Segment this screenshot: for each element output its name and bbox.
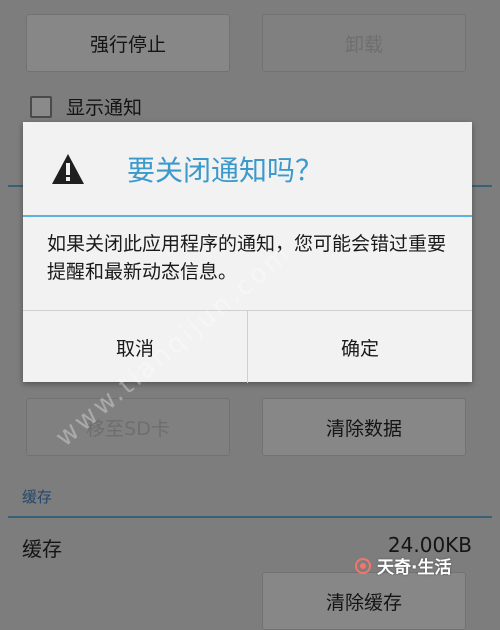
brand-logo-text: 天奇·生活 <box>377 558 452 578</box>
warning-icon <box>52 153 84 184</box>
dialog-button-bar: 取消 确定 <box>23 310 472 383</box>
dialog-title-divider <box>23 215 472 217</box>
clear-data-button[interactable]: 清除数据 <box>262 398 466 456</box>
cache-label: 缓存 <box>22 537 62 561</box>
show-notifications-label: 显示通知 <box>66 97 143 119</box>
uninstall-button: 卸载 <box>262 14 466 72</box>
brand-logo-icon <box>355 557 371 574</box>
force-stop-button[interactable]: 强行停止 <box>26 14 230 72</box>
show-notifications-checkbox[interactable] <box>30 95 52 118</box>
brand-watermark: 天奇·生活 <box>355 553 451 578</box>
confirm-button[interactable]: 确定 <box>248 311 472 383</box>
dialog-title: 要关闭通知吗？ <box>127 153 324 187</box>
dialog-header: 要关闭通知吗？ <box>23 122 472 215</box>
disable-notifications-dialog: 要关闭通知吗？ 如果关闭此应用程序的通知，您可能会错过重要提醒和最新动态信息。 … <box>23 122 472 383</box>
show-notifications-row[interactable]: 显示通知 <box>30 93 142 120</box>
clear-cache-button[interactable]: 清除缓存 <box>262 572 466 630</box>
cache-divider <box>8 516 492 518</box>
cache-section-header: 缓存 <box>22 488 53 506</box>
